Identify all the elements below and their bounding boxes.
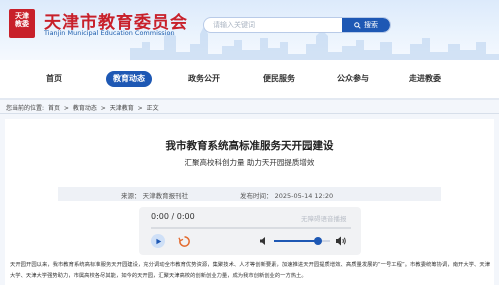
breadcrumb-separator: > — [137, 105, 143, 112]
site-subtitle: Tianjin Municipal Education Commission — [44, 29, 175, 37]
audio-progress-bar[interactable] — [151, 227, 351, 229]
volume-high-icon[interactable] — [335, 235, 347, 247]
breadcrumb-divider — [0, 113, 499, 114]
breadcrumb-item-tianjin-education[interactable]: 天津教育 — [110, 105, 134, 112]
article-source: 来源： 天津教育报刊社 — [121, 190, 188, 200]
play-icon — [155, 238, 161, 244]
source-value: 天津教育报刊社 — [142, 192, 189, 200]
breadcrumb-item-current: 正文 — [146, 105, 159, 112]
replay-button[interactable] — [177, 234, 191, 248]
play-button[interactable] — [151, 234, 165, 248]
breadcrumb-separator: > — [63, 105, 69, 112]
search-input[interactable] — [204, 18, 344, 32]
nav-item-about-commission[interactable]: 走进教委 — [402, 71, 448, 87]
volume-slider-fill — [274, 240, 318, 242]
replay-icon — [177, 235, 190, 247]
search-box: 搜索 — [203, 17, 391, 33]
nav-item-home[interactable]: 首页 — [34, 71, 74, 87]
nav-divider — [0, 98, 499, 100]
search-button-label: 搜索 — [364, 21, 378, 29]
breadcrumb-prefix: 您当前的位置: — [6, 105, 45, 112]
volume-low-icon[interactable] — [259, 236, 269, 246]
volume-slider-handle[interactable] — [313, 237, 322, 245]
search-button[interactable]: 搜索 — [342, 18, 390, 32]
breadcrumb-separator: > — [100, 105, 106, 112]
article-title: 我市教育系统高标准服务天开园建设 — [165, 140, 334, 152]
main-nav: 首页 教育动态 政务公开 便民服务 公众参与 走进教委 — [0, 60, 499, 98]
date-value: 2025-05-14 12:20 — [274, 192, 334, 200]
nav-item-public-services[interactable]: 便民服务 — [256, 71, 302, 87]
breadcrumb: 您当前的位置: 首页 > 教育动态 > 天津教育 > 正文 — [6, 103, 161, 112]
nav-item-public-participation[interactable]: 公众参与 — [330, 71, 376, 87]
article-date: 发布时间： 2025-05-14 12:20 — [240, 190, 333, 200]
article-subtitle: 汇聚高校科创力量 助力天开园提质增效 — [184, 158, 315, 167]
site-logo[interactable]: 天津 教委 — [9, 9, 35, 38]
breadcrumb-item-home[interactable]: 首页 — [48, 105, 60, 112]
article-body: 天开园开园以来，我市教育系统高标准服务天开园建设，充分调动全市教育优势资源，集聚… — [10, 262, 490, 279]
accessible-voice-label: 无障碍语音播报 — [301, 215, 347, 223]
breadcrumb-item-education-news[interactable]: 教育动态 — [73, 105, 97, 112]
search-icon — [354, 21, 361, 29]
site-header: 天津 教委 天津市教育委员会 Tianjin Municipal Educati… — [0, 0, 499, 60]
nav-item-education-news[interactable]: 教育动态 — [106, 71, 152, 87]
source-label: 来源： — [121, 192, 141, 200]
date-label: 发布时间： — [240, 192, 273, 200]
audio-time: 0:00 / 0:00 — [151, 212, 195, 221]
nav-item-government-affairs[interactable]: 政务公开 — [181, 71, 227, 87]
